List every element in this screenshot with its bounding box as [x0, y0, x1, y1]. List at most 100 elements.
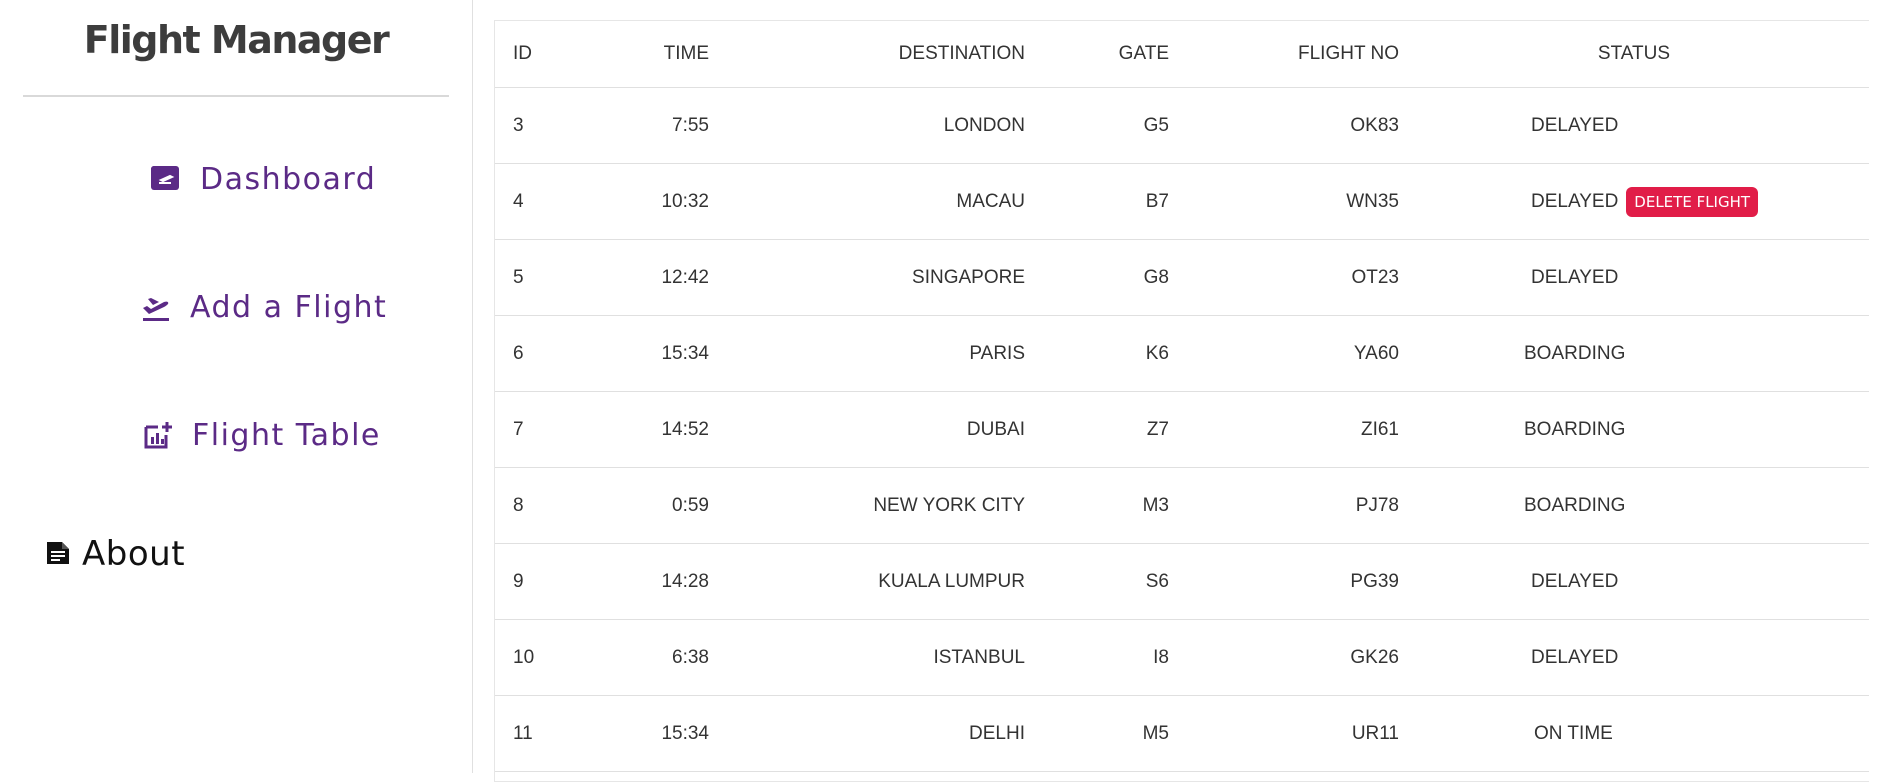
table-row[interactable]: 7 14:52 DUBAI Z7 ZI61 BOARDING	[495, 391, 1869, 468]
cell-flight-no: WN35	[1169, 163, 1399, 240]
cell-id: 10	[495, 619, 591, 696]
cell-gate: B7	[1025, 163, 1169, 240]
cell-status: BOARDING	[1399, 467, 1869, 544]
cell-destination: MACAU	[709, 163, 1025, 240]
document-icon	[44, 539, 74, 569]
flight-takeoff-icon	[140, 291, 174, 325]
cell-time: 6:38	[591, 619, 709, 696]
table-row[interactable]: 10 6:38 ISTANBUL I8 GK26 DELAYED	[495, 619, 1869, 696]
cell-destination: PARIS	[709, 315, 1025, 392]
cell-flight-no: OT23	[1169, 239, 1399, 316]
app-title: Flight Manager	[83, 18, 390, 62]
header-destination[interactable]: DESTINATION	[709, 21, 1025, 88]
status-label: DELAYED	[1531, 646, 1619, 668]
status-wrapper: BOARDING	[1524, 419, 1625, 441]
cell-destination: KUALA LUMPUR	[709, 543, 1025, 620]
nav-flight-table[interactable]: Flight Table	[142, 418, 381, 453]
cell-gate: Z7	[1025, 391, 1169, 468]
table-row[interactable]: 9 14:28 KUALA LUMPUR S6 PG39 DELAYED	[495, 543, 1869, 620]
cell-id: 6	[495, 315, 591, 392]
cell-gate: G8	[1025, 239, 1169, 316]
table-row[interactable]: 8 0:59 NEW YORK CITY M3 PJ78 BOARDING	[495, 467, 1869, 544]
status-label: BOARDING	[1524, 418, 1626, 440]
nav-flight-table-label: Flight Table	[192, 418, 381, 453]
status-wrapper: BOARDING	[1524, 343, 1625, 365]
cell-id: 4	[495, 163, 591, 240]
cell-time: 15:34	[591, 315, 709, 392]
table-row[interactable]: 4 10:32 MACAU B7 WN35 DELAYED DELETE FLIGHT	[495, 163, 1869, 240]
nav-about-label: About	[82, 534, 186, 574]
sidebar: Flight Manager Dashboard Add a Flight Fl…	[0, 0, 473, 773]
header-gate[interactable]: GATE	[1025, 21, 1169, 88]
dashboard-icon	[150, 163, 184, 197]
cell-flight-no: YA60	[1169, 315, 1399, 392]
status-label: BOARDING	[1524, 342, 1626, 364]
cell-time: 0:59	[591, 467, 709, 544]
header-flight-no[interactable]: FLIGHT NO	[1169, 21, 1399, 88]
nav-dashboard[interactable]: Dashboard	[150, 162, 376, 197]
cell-id: 7	[495, 391, 591, 468]
status-label: DELAYED	[1531, 570, 1619, 592]
nav-add-flight[interactable]: Add a Flight	[140, 290, 387, 325]
table-row[interactable]: 5 12:42 SINGAPORE G8 OT23 DELAYED	[495, 239, 1869, 316]
status-wrapper: DELAYED	[1531, 647, 1618, 669]
status-label: DELAYED	[1531, 114, 1619, 136]
cell-destination: DELHI	[709, 695, 1025, 772]
cell-flight-no: ZI61	[1169, 391, 1399, 468]
cell-flight-no: GK26	[1169, 619, 1399, 696]
header-id[interactable]: ID	[495, 21, 591, 88]
cell-flight-no: PG39	[1169, 543, 1399, 620]
add-chart-icon	[142, 419, 176, 453]
cell-status: BOARDING	[1399, 391, 1869, 468]
status-wrapper: DELAYED	[1531, 115, 1618, 137]
delete-flight-button[interactable]: DELETE FLIGHT	[1626, 186, 1759, 217]
table-row[interactable]: 11 15:34 DELHI M5 UR11 ON TIME	[495, 695, 1869, 772]
cell-destination: NEW YORK CITY	[709, 467, 1025, 544]
cell-destination: SINGAPORE	[709, 239, 1025, 316]
cell-gate: M3	[1025, 467, 1169, 544]
nav-add-flight-label: Add a Flight	[190, 290, 388, 325]
cell-status: DELAYED	[1399, 543, 1869, 620]
cell-destination: DUBAI	[709, 391, 1025, 468]
cell-id: 11	[495, 695, 591, 772]
flight-table: ID TIME DESTINATION GATE FLIGHT NO STATU…	[495, 21, 1869, 772]
cell-time: 10:32	[591, 163, 709, 240]
cell-gate: G5	[1025, 87, 1169, 164]
header-status[interactable]: STATUS	[1399, 21, 1869, 88]
cell-id: 8	[495, 467, 591, 544]
status-label: BOARDING	[1524, 494, 1626, 516]
cell-time: 15:34	[591, 695, 709, 772]
table-row[interactable]: 6 15:34 PARIS K6 YA60 BOARDING	[495, 315, 1869, 392]
cell-status: DELAYED DELETE FLIGHT	[1399, 163, 1869, 240]
status-wrapper: BOARDING	[1524, 495, 1625, 517]
cell-id: 9	[495, 543, 591, 620]
cell-status: ON TIME	[1399, 695, 1869, 772]
cell-time: 14:28	[591, 543, 709, 620]
cell-time: 14:52	[591, 391, 709, 468]
status-wrapper: ON TIME	[1534, 723, 1613, 745]
cell-flight-no: PJ78	[1169, 467, 1399, 544]
cell-destination: ISTANBUL	[709, 619, 1025, 696]
cell-gate: I8	[1025, 619, 1169, 696]
table-row[interactable]: 3 7:55 LONDON G5 OK83 DELAYED	[495, 87, 1869, 164]
table-header-row: ID TIME DESTINATION GATE FLIGHT NO STATU…	[495, 21, 1869, 88]
header-time[interactable]: TIME	[591, 21, 709, 88]
status-wrapper: DELAYED DELETE FLIGHT	[1531, 186, 1759, 217]
cell-id: 3	[495, 87, 591, 164]
nav-about[interactable]: About	[44, 534, 185, 574]
title-divider	[23, 95, 449, 97]
cell-status: DELAYED	[1399, 87, 1869, 164]
cell-flight-no: OK83	[1169, 87, 1399, 164]
cell-status: DELAYED	[1399, 239, 1869, 316]
cell-status: BOARDING	[1399, 315, 1869, 392]
cell-flight-no: UR11	[1169, 695, 1399, 772]
cell-time: 7:55	[591, 87, 709, 164]
status-label: DELAYED	[1531, 266, 1619, 288]
cell-gate: K6	[1025, 315, 1169, 392]
cell-status: DELAYED	[1399, 619, 1869, 696]
status-wrapper: DELAYED	[1531, 571, 1618, 593]
cell-time: 12:42	[591, 239, 709, 316]
status-label: ON TIME	[1534, 722, 1613, 744]
flight-table-panel: ID TIME DESTINATION GATE FLIGHT NO STATU…	[494, 20, 1869, 782]
status-label: DELAYED	[1531, 190, 1619, 212]
